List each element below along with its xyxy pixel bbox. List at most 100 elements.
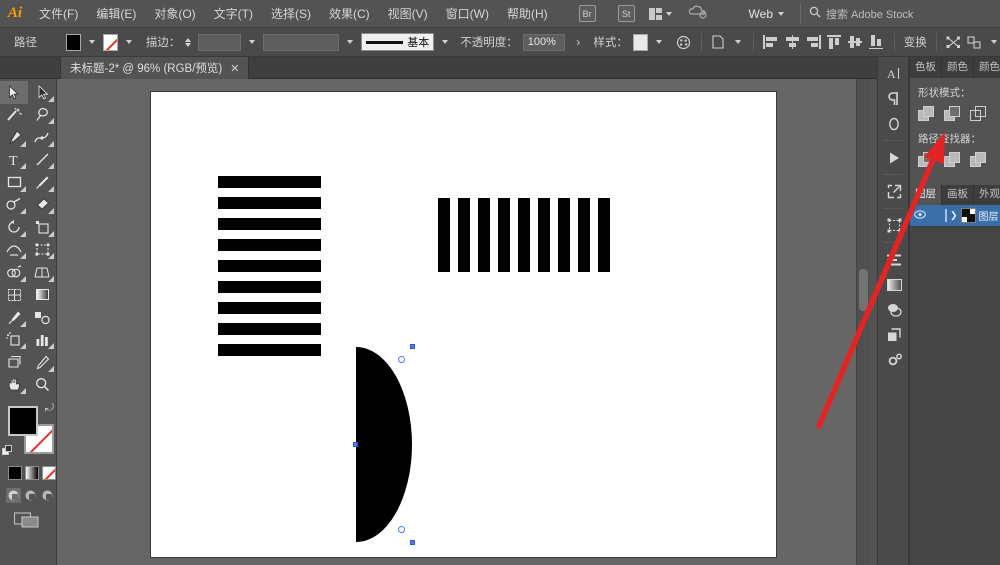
tab-swatches[interactable]: 色板: [910, 57, 942, 78]
horizontal-bar[interactable]: [218, 260, 321, 272]
asset-export-panel-icon[interactable]: [878, 179, 910, 204]
slice-tool[interactable]: [28, 351, 56, 374]
horizontal-bar[interactable]: [218, 344, 321, 356]
align-bottom-button[interactable]: [869, 32, 885, 52]
trim-button[interactable]: [944, 152, 962, 168]
symbol-sprayer-tool[interactable]: [0, 329, 28, 352]
chevron-down-icon[interactable]: [735, 40, 741, 44]
swap-fill-stroke-icon[interactable]: ⤾: [45, 402, 54, 415]
select-similar-objects-button[interactable]: [711, 32, 727, 52]
opacity-flyout-button[interactable]: ›: [570, 32, 586, 52]
align-center-horizontal-button[interactable]: [784, 32, 800, 52]
chevron-down-icon[interactable]: [347, 40, 353, 44]
paragraph-panel-icon[interactable]: [878, 86, 910, 111]
full-screen-menu-mode-icon[interactable]: [23, 488, 38, 503]
vertical-bar[interactable]: [598, 198, 610, 272]
opentype-panel-icon[interactable]: [878, 111, 910, 136]
direct-selection-tool[interactable]: [28, 81, 56, 104]
layer-row[interactable]: ❯ 图层: [910, 205, 1000, 227]
anchor-handle-top[interactable]: [398, 356, 405, 363]
horizontal-bars-group[interactable]: [218, 176, 321, 365]
rectangle-tool[interactable]: [0, 171, 28, 194]
gradient-tool[interactable]: [28, 284, 56, 307]
appearance-panel-icon[interactable]: [878, 297, 910, 322]
scale-tool[interactable]: [28, 216, 56, 239]
width-tool[interactable]: [0, 239, 28, 262]
search-input[interactable]: 搜索 Adobe Stock: [826, 6, 913, 22]
vertical-bars-group[interactable]: [438, 198, 610, 272]
horizontal-bar[interactable]: [218, 176, 321, 188]
eye-icon[interactable]: [913, 210, 927, 222]
menu-edit[interactable]: 编辑(E): [87, 0, 145, 28]
vertical-bar[interactable]: [518, 198, 530, 272]
align-panel-icon[interactable]: [878, 247, 910, 272]
lasso-tool[interactable]: [28, 104, 56, 127]
brush-definition-dropdown[interactable]: 基本: [361, 33, 434, 51]
column-graph-tool[interactable]: [28, 329, 56, 352]
opacity-input[interactable]: 100%: [523, 34, 565, 51]
vertical-scrollbar[interactable]: [856, 79, 869, 565]
normal-screen-mode-icon[interactable]: [6, 488, 21, 503]
horizontal-bar[interactable]: [218, 197, 321, 209]
recolor-artwork-button[interactable]: [676, 32, 692, 52]
tab-color[interactable]: 颜色: [942, 57, 974, 78]
chevron-down-icon[interactable]: [778, 12, 784, 16]
menu-effect[interactable]: 效果(C): [320, 0, 379, 28]
gradient-panel-icon[interactable]: [878, 272, 910, 297]
unite-button[interactable]: [918, 106, 936, 122]
blend-tool[interactable]: [28, 306, 56, 329]
merge-button[interactable]: [970, 152, 988, 168]
half-disc-shape[interactable]: [356, 347, 412, 542]
graphic-style-swatch[interactable]: [633, 34, 648, 51]
chevron-down-icon[interactable]: [991, 40, 997, 44]
vertical-bar[interactable]: [498, 198, 510, 272]
default-fill-stroke-icon[interactable]: [2, 445, 13, 456]
stock-search-box[interactable]: 搜索 Adobe Stock: [800, 4, 1000, 24]
chevron-down-icon[interactable]: [249, 40, 255, 44]
horizontal-bar[interactable]: [218, 239, 321, 251]
eraser-tool[interactable]: [28, 194, 56, 217]
artboard[interactable]: [151, 92, 776, 557]
workspace-switcher[interactable]: Web: [749, 7, 773, 21]
horizontal-bar[interactable]: [218, 218, 321, 230]
chevron-down-icon[interactable]: [656, 40, 662, 44]
stroke-profile-dropdown[interactable]: [263, 34, 339, 51]
creative-cloud-sync-icon[interactable]: [688, 3, 708, 24]
symbols-panel-icon[interactable]: [878, 322, 910, 347]
hand-tool[interactable]: [0, 374, 28, 397]
vertical-bar[interactable]: [578, 198, 590, 272]
intersect-button[interactable]: [970, 106, 988, 122]
character-panel-icon[interactable]: A: [878, 61, 910, 86]
paintbrush-tool[interactable]: [28, 171, 56, 194]
fill-swatch[interactable]: [8, 406, 38, 436]
align-left-button[interactable]: [763, 32, 779, 52]
vertical-bar[interactable]: [538, 198, 550, 272]
chevron-right-icon[interactable]: ❯: [950, 210, 958, 221]
vertical-bar[interactable]: [478, 198, 490, 272]
close-icon[interactable]: ✕: [230, 62, 239, 75]
rotate-tool[interactable]: [0, 216, 28, 239]
menu-view[interactable]: 视图(V): [379, 0, 437, 28]
menu-help[interactable]: 帮助(H): [498, 0, 557, 28]
artboard-tool[interactable]: [0, 351, 28, 374]
type-tool[interactable]: T: [0, 149, 28, 172]
transform-panel-icon[interactable]: [878, 213, 910, 238]
line-segment-tool[interactable]: [28, 149, 56, 172]
chevron-down-icon[interactable]: [89, 40, 95, 44]
vertical-scrollbar-thumb[interactable]: [859, 269, 868, 311]
horizontal-bar[interactable]: [218, 281, 321, 293]
vertical-bar[interactable]: [438, 198, 450, 272]
horizontal-bar[interactable]: [218, 302, 321, 314]
menu-file[interactable]: 文件(F): [30, 0, 87, 28]
fill-color-swatch[interactable]: [66, 34, 81, 51]
full-screen-mode-icon[interactable]: [40, 488, 55, 503]
menu-select[interactable]: 选择(S): [262, 0, 320, 28]
none-button[interactable]: [42, 466, 56, 480]
divide-button[interactable]: [918, 152, 936, 168]
arrange-documents-button[interactable]: [649, 8, 672, 20]
mesh-tool[interactable]: [0, 284, 28, 307]
horizontal-bar[interactable]: [218, 323, 321, 335]
bridge-icon[interactable]: Br: [579, 5, 596, 22]
eyedropper-tool[interactable]: [0, 306, 28, 329]
stroke-color-swatch[interactable]: [103, 34, 118, 51]
